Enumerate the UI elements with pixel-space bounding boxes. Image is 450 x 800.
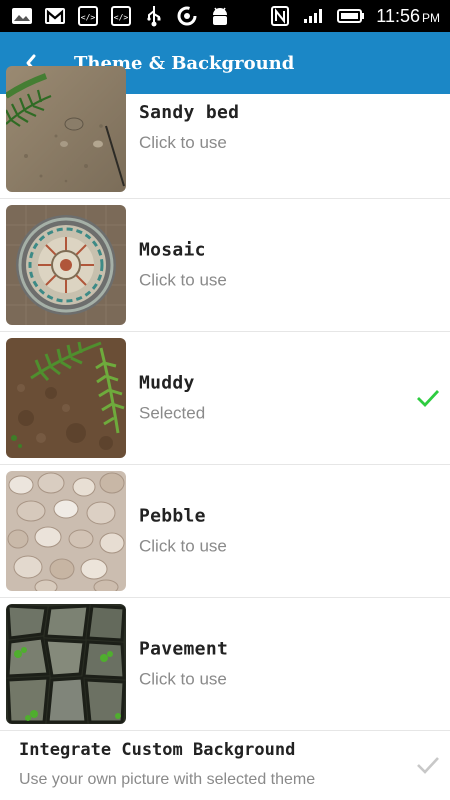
pavement-thumbnail bbox=[6, 604, 126, 724]
gallery-icon bbox=[10, 6, 34, 26]
signal-icon bbox=[302, 6, 326, 26]
mosaic-thumbnail bbox=[6, 205, 126, 325]
theme-name: Muddy bbox=[139, 372, 195, 394]
theme-name: Pebble bbox=[139, 505, 206, 527]
status-bar: </> </> 11:56 PM bbox=[0, 0, 450, 32]
nfc-icon bbox=[268, 6, 292, 26]
custom-background-subtitle: Use your own picture with selected theme bbox=[19, 771, 316, 788]
custom-background-option[interactable]: Integrate Custom Background Use your own… bbox=[0, 731, 450, 800]
custom-background-title: Integrate Custom Background bbox=[19, 740, 296, 760]
sandy-bed-thumbnail bbox=[6, 66, 126, 192]
check-icon bbox=[417, 390, 440, 408]
theme-name: Mosaic bbox=[139, 239, 206, 261]
theme-status: Click to use bbox=[139, 536, 227, 556]
theme-item-pebble[interactable]: Pebble Click to use bbox=[0, 465, 450, 598]
svg-text:</>: </> bbox=[81, 13, 96, 22]
theme-item-mosaic[interactable]: Mosaic Click to use bbox=[0, 199, 450, 332]
theme-name: Pavement bbox=[139, 638, 229, 660]
code-icon: </> bbox=[76, 6, 100, 26]
theme-status: Click to use bbox=[139, 133, 227, 152]
theme-status: Click to use bbox=[139, 669, 227, 689]
battery-icon bbox=[336, 6, 366, 26]
sync-icon bbox=[175, 6, 199, 26]
theme-status: Click to use bbox=[139, 270, 227, 290]
theme-item-sandy-bed[interactable]: Sandy bed Click to use bbox=[0, 66, 450, 199]
theme-status: Selected bbox=[139, 403, 206, 423]
code-icon: </> bbox=[109, 6, 133, 26]
clock: 11:56 PM bbox=[376, 5, 440, 26]
theme-name: Sandy bed bbox=[139, 102, 240, 123]
pebble-thumbnail bbox=[6, 471, 126, 591]
gmail-icon bbox=[43, 6, 67, 26]
theme-item-pavement[interactable]: Pavement Click to use bbox=[0, 598, 450, 731]
muddy-thumbnail bbox=[6, 338, 126, 458]
usb-icon bbox=[142, 6, 166, 27]
theme-list: Sandy bed Click to use Mosaic Click to u… bbox=[0, 66, 450, 731]
android-icon bbox=[208, 6, 232, 26]
check-icon[interactable] bbox=[416, 755, 440, 775]
svg-text:</>: </> bbox=[114, 13, 129, 22]
theme-item-muddy[interactable]: Muddy Selected bbox=[0, 332, 450, 465]
